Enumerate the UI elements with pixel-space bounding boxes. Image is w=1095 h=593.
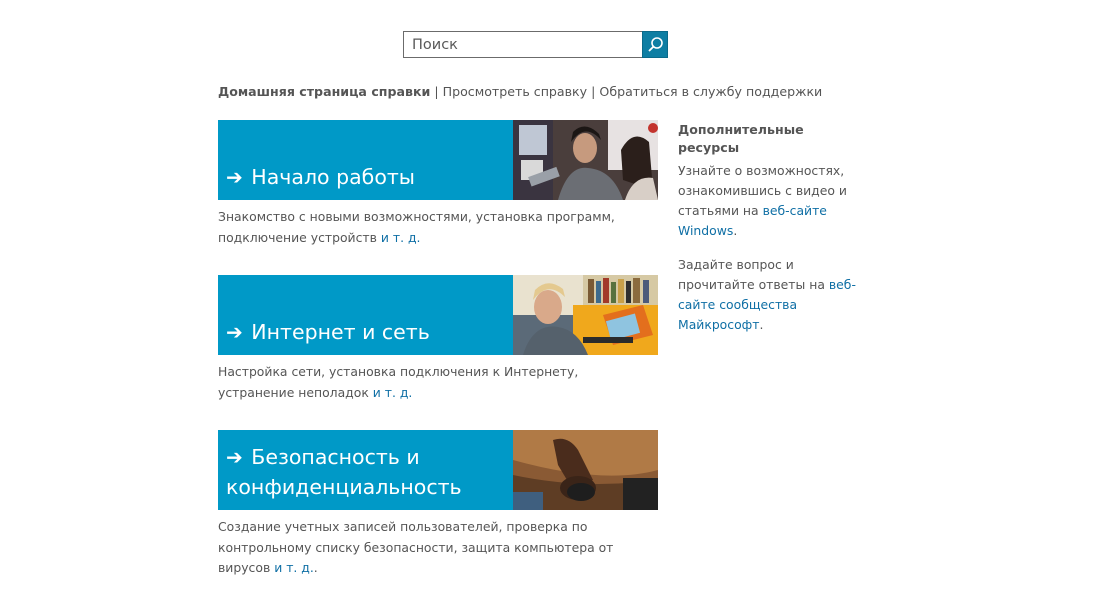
tile-title-text: Безопасность и конфиденциальность (226, 445, 462, 499)
arrow-right-icon: ➔ (226, 165, 243, 189)
tile-security-privacy[interactable]: ➔ Безопасность и конфиденциальность (218, 430, 658, 510)
topic-card-internet-network: ➔ Интернет и сеть Настройка сети, устано… (218, 275, 658, 403)
card-description: Настройка сети, установка подключения к … (218, 362, 658, 403)
topic-card-security-privacy: ➔ Безопасность и конфиденциальность Созд… (218, 430, 658, 579)
help-nav: Домашняя страница справки | Просмотреть … (218, 84, 822, 99)
tile-getting-started[interactable]: ➔ Начало работы (218, 120, 658, 200)
tile-title-text: Начало работы (251, 165, 415, 189)
nav-separator: | (591, 84, 596, 99)
additional-resources: Дополнительные ресурсы Узнайте о возможн… (678, 121, 858, 349)
sidebar-text-end: . (759, 317, 764, 332)
more-link[interactable]: и т. д. (274, 560, 314, 575)
nav-separator: | (434, 84, 439, 99)
search-input[interactable] (403, 31, 642, 58)
sidebar-paragraph-community: Задайте вопрос и прочитайте ответы на ве… (678, 255, 858, 335)
search-button[interactable] (642, 31, 668, 58)
search-box (403, 31, 668, 58)
nav-home-current: Домашняя страница справки (218, 84, 431, 99)
sidebar-text-end: . (733, 223, 738, 238)
tile-title-text: Интернет и сеть (251, 320, 430, 344)
tile-internet-network[interactable]: ➔ Интернет и сеть (218, 275, 658, 355)
topic-card-getting-started: ➔ Начало работы Знакомство с новыми возм… (218, 120, 658, 248)
card-description: Создание учетных записей пользователей, … (218, 517, 658, 579)
tile-title: ➔ Безопасность и конфиденциальность (226, 442, 516, 502)
tile-title: ➔ Интернет и сеть (226, 317, 516, 347)
hand-mouse-photo (513, 430, 658, 510)
magnifier-icon (648, 37, 663, 52)
sidebar-text: Задайте вопрос и прочитайте ответы на (678, 257, 825, 292)
people-photo (513, 120, 658, 200)
more-link[interactable]: и т. д. (381, 230, 421, 245)
tile-title: ➔ Начало работы (226, 162, 516, 192)
more-link[interactable]: и т. д. (373, 385, 413, 400)
nav-browse-help-link[interactable]: Просмотреть справку (443, 84, 588, 99)
arrow-right-icon: ➔ (226, 320, 243, 344)
arrow-right-icon: ➔ (226, 445, 243, 469)
desc-end: . (313, 560, 318, 575)
laptop-user-photo (513, 275, 658, 355)
nav-contact-support-link[interactable]: Обратиться в службу поддержки (599, 84, 822, 99)
sidebar-paragraph-windows: Узнайте о возможностях, ознакомившись с … (678, 161, 858, 241)
card-description: Знакомство с новыми возможностями, устан… (218, 207, 658, 248)
sidebar-title: Дополнительные ресурсы (678, 122, 804, 155)
